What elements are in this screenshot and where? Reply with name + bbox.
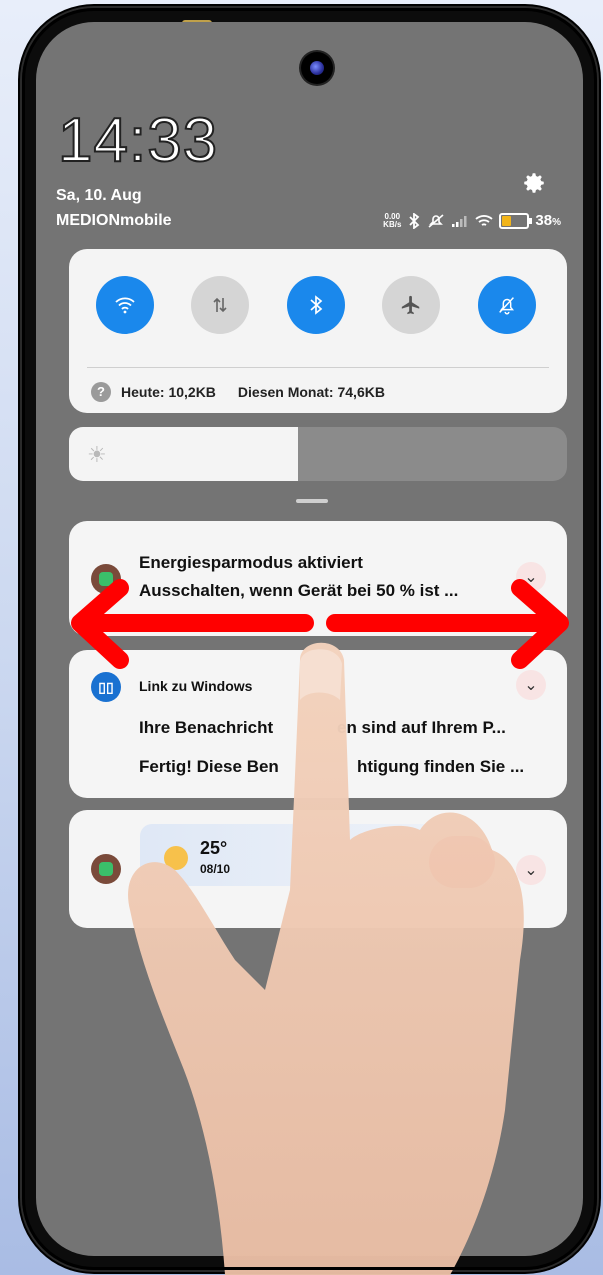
weather-date: 08/10 (200, 862, 231, 876)
notification-title: Energiesparmodus aktiviert (139, 553, 363, 572)
silent-mode-toggle[interactable] (478, 276, 536, 334)
bell-off-icon (499, 297, 515, 315)
notification-link-to-windows[interactable]: ▯▯ Link zu Windows ⌄ Ihre Benachricht en… (69, 650, 567, 798)
usage-month: Diesen Monat: 74,6KB (237, 384, 385, 400)
phone-frame: 14:33 Sa, 10. Aug MEDIONmobile 0.00 KB/s (22, 8, 597, 1270)
carrier-label: MEDIONmobile (56, 212, 172, 229)
clock: 14:33 (57, 106, 219, 175)
bluetooth-icon (310, 295, 323, 315)
airplane-icon (401, 295, 420, 315)
notification-app-name: Link zu Windows (139, 678, 253, 694)
notification-battery-saver[interactable]: Energiesparmodus aktiviert Ausschalten, … (69, 521, 567, 636)
wifi-icon (475, 214, 494, 226)
drag-handle[interactable] (296, 499, 328, 503)
signal-icon (452, 215, 467, 227)
settings-gear-icon[interactable] (521, 170, 547, 196)
sun-icon: ☀ (87, 442, 107, 467)
expand-chevron-icon[interactable]: ⌄ (516, 670, 546, 700)
expand-chevron-icon[interactable]: ⌄ (516, 562, 546, 592)
data-usage[interactable]: ? Heute: 10,2KB Diesen Monat: 74,6KB (91, 382, 385, 402)
battery-percent: 38% (535, 212, 561, 229)
bluetooth-icon (409, 212, 420, 229)
notification-shade[interactable]: 14:33 Sa, 10. Aug MEDIONmobile 0.00 KB/s (36, 22, 583, 1256)
status-icons: 0.00 KB/s 38% (383, 212, 561, 229)
data-arrows-icon (213, 297, 227, 313)
muted-icon (428, 213, 444, 228)
help-icon: ? (91, 382, 111, 402)
notification-line2-left: Fertig! Diese Ben (139, 757, 279, 776)
notification-weather[interactable]: 25° 08/10 ⌄ (69, 810, 567, 928)
wifi-toggle[interactable] (96, 276, 154, 334)
link-to-windows-icon: ▯▯ (91, 672, 121, 702)
notification-line2-right: htigung finden Sie ... (357, 757, 525, 776)
weather-app-icon (91, 854, 121, 884)
mobile-data-toggle[interactable] (191, 276, 249, 334)
notification-text: Ausschalten, wenn Gerät bei 50 % ist ... (139, 581, 459, 600)
expand-chevron-icon[interactable]: ⌄ (516, 855, 546, 885)
date-label: Sa, 10. Aug (56, 187, 142, 204)
network-speed: 0.00 KB/s (383, 211, 402, 229)
front-camera (301, 52, 333, 84)
notification-line1-right: en sind auf Ihrem P... (337, 718, 506, 737)
sun-icon (164, 846, 188, 870)
usage-today: Heute: 10,2KB (121, 384, 216, 400)
temperature: 25° (200, 838, 228, 858)
divider (87, 367, 549, 368)
airplane-mode-toggle[interactable] (382, 276, 440, 334)
bluetooth-toggle[interactable] (287, 276, 345, 334)
brightness-slider[interactable]: ☀ (69, 427, 567, 481)
notification-line1-left: Ihre Benachricht (139, 718, 274, 737)
wifi-icon (115, 297, 135, 314)
battery-icon (499, 212, 533, 229)
quick-settings-panel: ? Heute: 10,2KB Diesen Monat: 74,6KB (69, 249, 567, 413)
battery-saver-icon (91, 564, 121, 594)
red-action-button[interactable] (429, 836, 495, 888)
weather-widget[interactable]: 25° 08/10 (140, 824, 460, 886)
